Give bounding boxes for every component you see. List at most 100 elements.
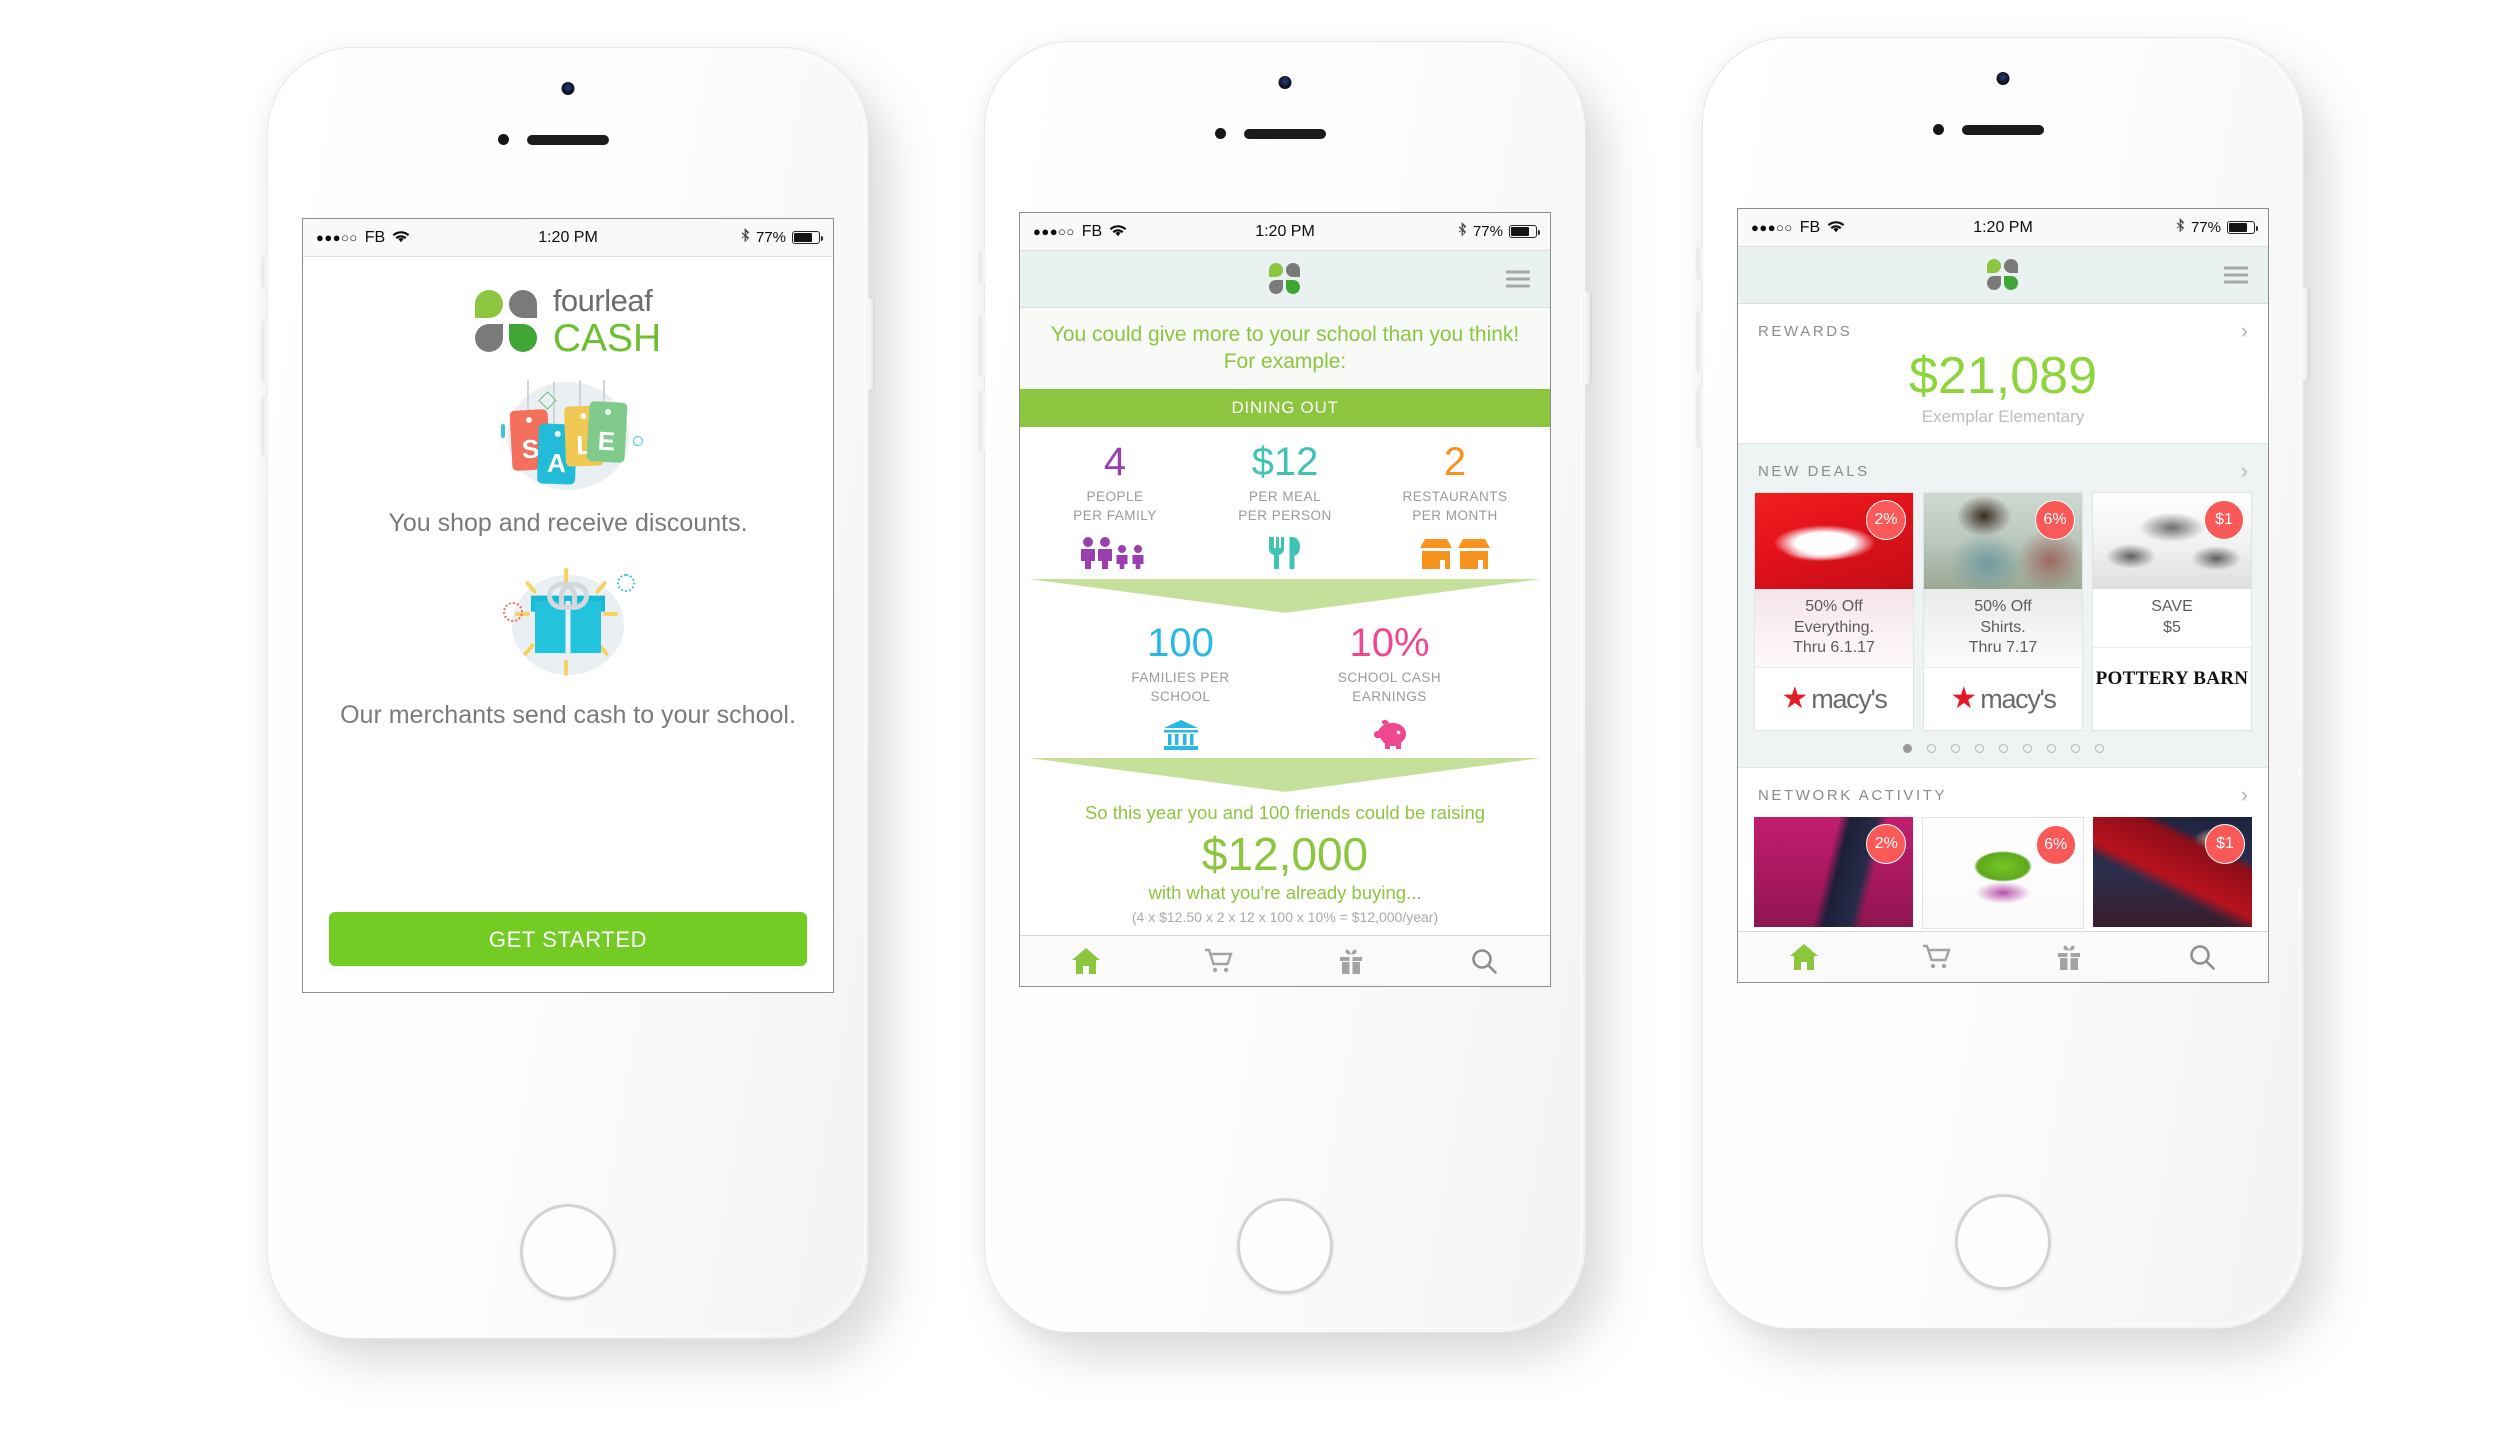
pagination-dot[interactable] bbox=[1950, 744, 1960, 754]
volume-up-button[interactable] bbox=[1698, 310, 1704, 372]
status-clock: 1:20 PM bbox=[1973, 218, 2033, 236]
cookware-pots-photo: $1 bbox=[2093, 493, 2251, 590]
new-deals-header[interactable]: NEW DEALS › bbox=[1738, 444, 2268, 482]
macys-star-icon: ★ macy's bbox=[1950, 682, 2057, 716]
home-button[interactable] bbox=[520, 1204, 616, 1300]
home-button[interactable] bbox=[1955, 1194, 2051, 1290]
deal-card[interactable]: $1 SAVE $5 Pottery Barn bbox=[2092, 492, 2252, 732]
volume-up-button[interactable] bbox=[263, 320, 269, 382]
status-clock: 1:20 PM bbox=[538, 228, 598, 246]
stat-value: 10% bbox=[1349, 620, 1430, 665]
activity-badge: 6% bbox=[2035, 825, 2076, 866]
pagination-dot[interactable] bbox=[2046, 744, 2056, 754]
network-activity-cards: 2% 6% $1 bbox=[1738, 806, 2268, 930]
power-button[interactable] bbox=[2302, 288, 2308, 380]
pagination-dot[interactable] bbox=[2094, 744, 2104, 754]
silent-switch[interactable] bbox=[980, 250, 986, 284]
deal-card[interactable]: 2% 50% Off Everything. Thru 6.1.17 ★ macy… bbox=[1754, 492, 1914, 732]
power-button[interactable] bbox=[867, 298, 873, 390]
tab-search[interactable] bbox=[2136, 944, 2269, 970]
deal-card[interactable]: 6% 50% Off Shirts. Thru 7.17 ★ macy's bbox=[1923, 492, 2083, 732]
activity-card[interactable]: 2% bbox=[1754, 817, 1914, 930]
chevron-right-icon[interactable]: › bbox=[2241, 320, 2248, 342]
pagination-dot[interactable] bbox=[1998, 744, 2008, 754]
rewards-school-name: Exemplar Elementary bbox=[1921, 407, 2085, 427]
stat-label: FAMILIES PER SCHOOL bbox=[1076, 668, 1285, 707]
screenshot-canvas: ●●●○○ FB 1:20 PM 77% fourleaf CASH S A L… bbox=[0, 0, 2500, 1429]
volume-down-button[interactable] bbox=[263, 396, 269, 458]
tab-gift[interactable] bbox=[1285, 948, 1418, 974]
pagination-dot[interactable] bbox=[2022, 744, 2032, 754]
summary-lead: So this year you and 100 friends could b… bbox=[1084, 801, 1486, 823]
phone1-screen: ●●●○○ FB 1:20 PM 77% fourleaf CASH S A L… bbox=[302, 218, 834, 993]
phone-mockup-2: ●●●○○ FB 1:20 PM 77% You could give more… bbox=[980, 42, 1590, 1332]
pink-athletic-pants-photo: 2% bbox=[1754, 817, 1914, 928]
tab-search[interactable] bbox=[1418, 948, 1551, 974]
stat-value: 2 bbox=[1443, 439, 1467, 484]
status-clock: 1:20 PM bbox=[1255, 222, 1315, 240]
storefront-icon bbox=[1370, 535, 1540, 569]
front-camera-icon bbox=[1996, 72, 2010, 85]
battery-icon bbox=[1509, 225, 1540, 238]
summary-sub: with what you're already buying... bbox=[1148, 882, 1422, 903]
fourleaf-logo-icon[interactable] bbox=[1269, 263, 1301, 295]
tab-cart[interactable] bbox=[1871, 944, 2004, 970]
carousel-pagination[interactable] bbox=[1738, 731, 2268, 757]
app-nav-bar-3 bbox=[1738, 247, 2268, 304]
activity-card[interactable]: 6% bbox=[1922, 817, 2084, 930]
silent-switch[interactable] bbox=[1698, 246, 1704, 280]
pagination-dot[interactable] bbox=[1902, 744, 1912, 754]
proximity-sensor-icon bbox=[1215, 128, 1226, 139]
chevron-right-icon[interactable]: › bbox=[2241, 784, 2248, 806]
hamburger-menu-icon[interactable] bbox=[1506, 270, 1530, 288]
stat-value: $12 bbox=[1251, 439, 1319, 484]
activity-card[interactable]: $1 bbox=[2092, 817, 2252, 930]
stat-label-line1: PEOPLE bbox=[1086, 488, 1144, 504]
stat-label-line2: SCHOOL bbox=[1150, 689, 1211, 705]
phone1-content: fourleaf CASH S A L E You shop and recei… bbox=[303, 257, 833, 992]
volume-down-button[interactable] bbox=[1698, 386, 1704, 448]
home-button[interactable] bbox=[1237, 1198, 1333, 1294]
deal-text-line3: Thru 7.17 bbox=[1968, 638, 2038, 656]
cutlery-icon bbox=[1200, 535, 1370, 569]
status-bar-2: ●●●○○ FB 1:20 PM 77% bbox=[1020, 213, 1550, 251]
brand-name-top: fourleaf bbox=[552, 283, 653, 318]
activity-badge: $1 bbox=[2204, 824, 2245, 865]
fourleaf-logo-icon[interactable] bbox=[1987, 259, 2019, 291]
stat-label: RESTAURANTS PER MONTH bbox=[1370, 487, 1540, 526]
deal-text-line1: SAVE bbox=[2151, 598, 2193, 616]
pagination-dot[interactable] bbox=[1974, 744, 1984, 754]
sale-tag-e: E bbox=[586, 401, 628, 463]
stat-value: 4 bbox=[1103, 439, 1127, 484]
phone3-content: REWARDS › $21,089 Exemplar Elementary NE… bbox=[1738, 304, 2268, 982]
deal-text-line1: 50% Off bbox=[1974, 598, 2032, 616]
tab-gift[interactable] bbox=[2003, 944, 2136, 970]
tab-home[interactable] bbox=[1020, 948, 1153, 974]
brand-name-bottom: CASH bbox=[552, 317, 662, 360]
earpiece-speaker-icon bbox=[527, 135, 609, 145]
volume-up-button[interactable] bbox=[980, 314, 986, 376]
chevron-right-icon[interactable]: › bbox=[2241, 460, 2248, 482]
promo-headline: You could give more to your school than … bbox=[1020, 308, 1550, 389]
rewards-header[interactable]: REWARDS › bbox=[1738, 304, 2268, 342]
pagination-dot[interactable] bbox=[2070, 744, 2080, 754]
pagination-dot[interactable] bbox=[1926, 744, 1936, 754]
stat-label-line1: SCHOOL CASH bbox=[1337, 669, 1442, 685]
tab-cart[interactable] bbox=[1153, 948, 1286, 974]
stat-label-line2: EARNINGS bbox=[1352, 689, 1427, 705]
rewards-section: REWARDS › $21,089 Exemplar Elementary bbox=[1738, 304, 2268, 445]
stats-row-1: 4 PEOPLE PER FAMILY $12 PER MEAL PER PER… bbox=[1020, 427, 1550, 573]
stat-label: PEOPLE PER FAMILY bbox=[1030, 487, 1200, 526]
gift-box-icon bbox=[495, 566, 641, 684]
silent-switch[interactable] bbox=[263, 256, 269, 290]
hamburger-menu-icon[interactable] bbox=[2224, 266, 2248, 284]
get-started-button[interactable]: GET STARTED bbox=[329, 912, 807, 966]
caption-merchants-cash: Our merchants send cash to your school. bbox=[340, 700, 796, 729]
stat-label-line2: PER MONTH bbox=[1412, 508, 1498, 524]
category-band: DINING OUT bbox=[1020, 388, 1550, 427]
power-button[interactable] bbox=[1584, 292, 1590, 384]
tab-home[interactable] bbox=[1738, 944, 1871, 970]
volume-down-button[interactable] bbox=[980, 390, 986, 452]
network-activity-header[interactable]: NETWORK ACTIVITY › bbox=[1738, 768, 2268, 806]
caption-shop-discounts: You shop and receive discounts. bbox=[388, 509, 748, 537]
